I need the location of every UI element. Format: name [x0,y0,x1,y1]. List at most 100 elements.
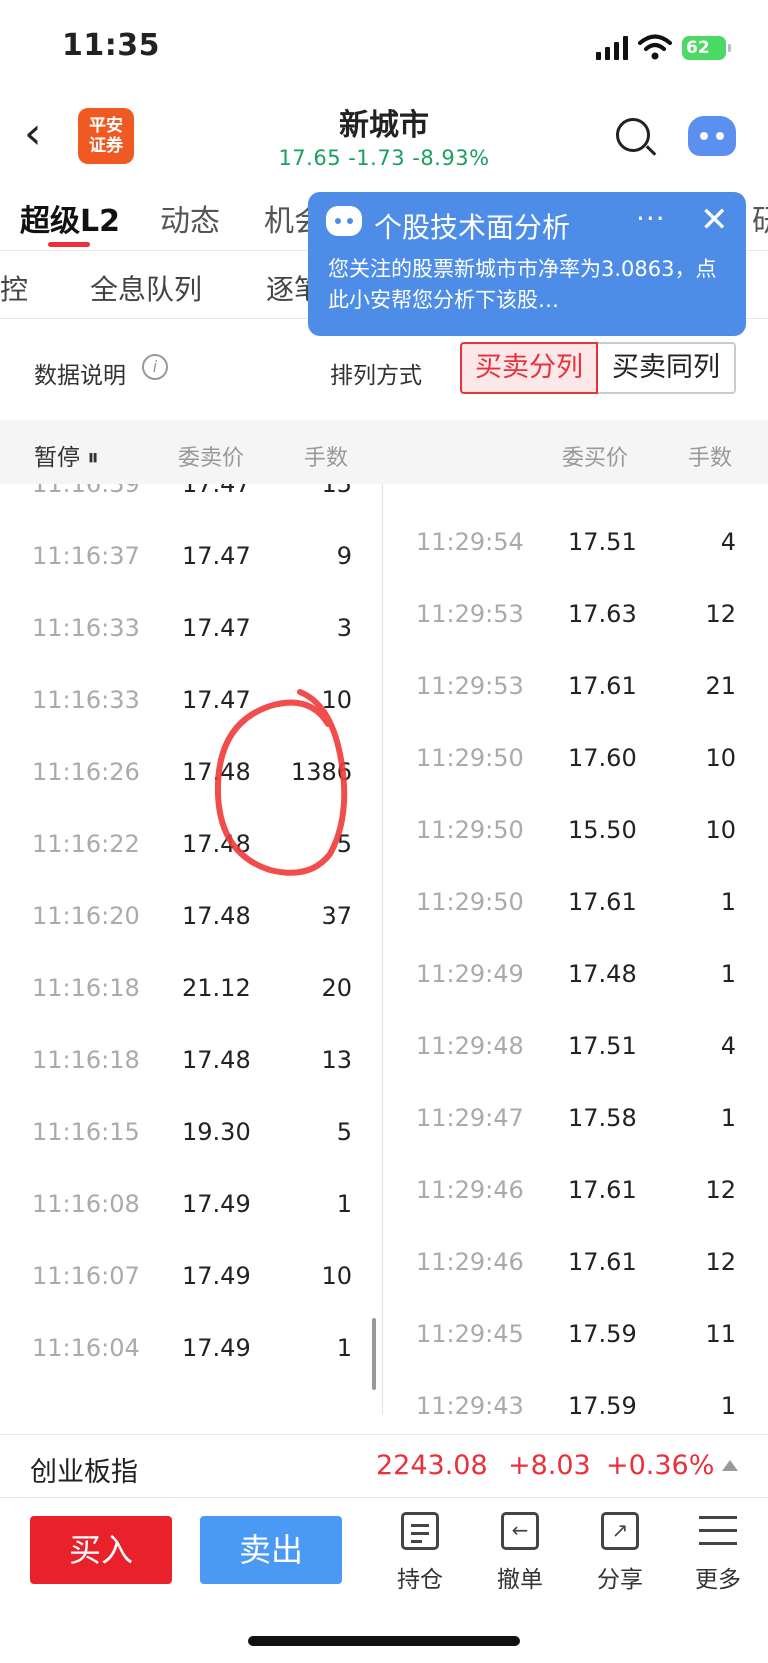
split-columns-button[interactable]: 买卖分列 [460,342,598,394]
buy-button[interactable]: 买入 [30,1516,172,1584]
cancel-order-icon: ← [501,1512,539,1550]
buy-order-price: 17.58 [568,1104,637,1132]
sell-order-row: 11:16:39 17.47 15 [0,484,768,510]
buy-order-row: 11:29:45 17.59 11 [0,1320,768,1360]
popup-message[interactable]: 您关注的股票新城市市净率为3.0863，点此小安帮您分析下该股… [328,254,732,316]
buy-order-time: 11:29:47 [416,1104,524,1132]
wifi-icon [638,34,672,60]
sell-order-time: 11:16:39 [32,484,140,498]
sell-qty-header: 手数 [304,446,349,471]
order-list[interactable]: 11:16:39 17.47 15 11:16:37 17.47 9 11:16:33 17.… [0,484,768,1414]
index-value: 2243.08 [376,1450,488,1481]
more-label: 更多 [695,1567,741,1593]
cancel-order-label: 撤单 [497,1567,543,1593]
robot-icon [326,206,362,236]
share-label: 分享 [597,1567,643,1593]
buy-order-price: 17.61 [568,1176,637,1204]
more-button[interactable]: 更多 [678,1512,758,1594]
buy-order-row: 11:29:53 17.61 21 [0,672,768,712]
buy-order-price: 17.51 [568,1032,637,1060]
buy-order-qty: 12 [705,1176,736,1204]
buy-order-row: 11:29:54 17.51 4 [0,528,768,568]
buy-order-time: 11:29:54 [416,528,524,556]
table-header [0,420,768,484]
signal-icon [596,36,628,60]
buy-order-time: 11:29:46 [416,1176,524,1204]
buy-qty-header: 手数 [688,446,733,471]
search-icon[interactable] [616,118,650,152]
buy-order-qty: 1 [720,1392,736,1414]
buy-order-row: 11:29:50 17.60 10 [0,744,768,784]
battery-indicator: 62 [682,36,731,60]
buy-order-price: 17.61 [568,672,637,700]
buy-order-time: 11:29:43 [416,1392,524,1414]
tab-research[interactable]: 研 [752,196,768,240]
buy-order-qty: 10 [705,744,736,772]
buy-order-row: 11:29:53 17.63 12 [0,600,768,640]
tab-super-l2[interactable]: 超级L2 [20,196,120,240]
share-button[interactable]: ↗ 分享 [580,1512,660,1594]
sell-order-qty: 15 [321,484,352,498]
buy-order-price: 17.60 [568,744,637,772]
scrollbar[interactable] [372,1318,376,1390]
buy-order-time: 11:29:46 [416,1248,524,1276]
buy-order-time: 11:29:49 [416,960,524,988]
technical-analysis-popup[interactable]: 个股技术面分析 ··· ✕ 您关注的股票新城市市净率为3.0863，点此小安帮您… [308,192,746,336]
buy-order-time: 11:29:53 [416,600,524,628]
buy-order-time: 11:29:50 [416,816,524,844]
buy-order-qty: 4 [720,1032,736,1060]
buy-order-time: 11:29:48 [416,1032,524,1060]
same-column-button[interactable]: 买卖同列 [598,342,736,394]
buy-order-price: 15.50 [568,816,637,844]
buy-order-time: 11:29:50 [416,888,524,916]
subtab-full-queue[interactable]: 全息队列 [90,268,202,308]
assistant-robot-icon[interactable] [688,116,736,156]
sell-button[interactable]: 卖出 [200,1516,342,1584]
stock-name: 新城市 [339,108,429,143]
column-divider [382,484,383,1414]
buy-order-row: 11:29:46 17.61 12 [0,1248,768,1288]
buy-order-qty: 10 [705,816,736,844]
buy-order-qty: 11 [705,1320,736,1348]
buy-order-row: 11:29:47 17.58 1 [0,1104,768,1144]
pause-button[interactable]: 暂停 ⏸ [34,438,99,472]
subtab-control[interactable]: 控 [0,268,28,308]
sell-price-header: 委卖价 [178,446,245,471]
buy-order-price: 17.61 [568,888,637,916]
sort-mode-label: 排列方式 [330,363,422,389]
more-dots-icon[interactable]: ··· [636,202,666,235]
buy-order-price: 17.63 [568,600,637,628]
red-annotation-circle [214,689,348,876]
buy-order-qty: 12 [705,1248,736,1276]
expand-up-icon[interactable] [722,1460,738,1471]
info-icon[interactable]: i [142,354,168,380]
holdings-button[interactable]: 持仓 [380,1512,460,1594]
holdings-label: 持仓 [397,1567,443,1593]
index-change-percent: +0.36% [606,1450,715,1481]
buy-order-price: 17.51 [568,528,637,556]
buy-order-row: 11:29:49 17.48 1 [0,960,768,1000]
cancel-order-button[interactable]: ← 撤单 [480,1512,560,1594]
index-name: 创业板指 [30,1457,138,1488]
status-time: 11:35 [62,28,160,63]
buy-order-time: 11:29:53 [416,672,524,700]
popup-title: 个股技术面分析 [374,211,571,244]
home-indicator[interactable] [248,1636,520,1646]
buy-order-qty: 1 [720,960,736,988]
buy-order-qty: 1 [720,1104,736,1132]
buy-order-row: 11:29:43 17.59 1 [0,1392,768,1414]
buy-order-qty: 1 [720,888,736,916]
buy-order-row: 11:29:50 17.61 1 [0,888,768,928]
tab-dynamics[interactable]: 动态 [160,196,220,240]
buy-order-row: 11:29:46 17.61 12 [0,1176,768,1216]
buy-price-header: 委买价 [562,446,629,471]
buy-order-qty: 12 [705,600,736,628]
buy-order-price: 17.59 [568,1392,637,1414]
close-icon[interactable]: ✕ [700,200,729,240]
tab-active-underline [48,242,90,247]
buy-order-price: 17.61 [568,1248,637,1276]
data-explain-label[interactable]: 数据说明 [34,356,126,390]
buy-order-price: 17.59 [568,1320,637,1348]
buy-order-row: 11:29:48 17.51 4 [0,1032,768,1072]
index-change: +8.03 [508,1450,591,1481]
